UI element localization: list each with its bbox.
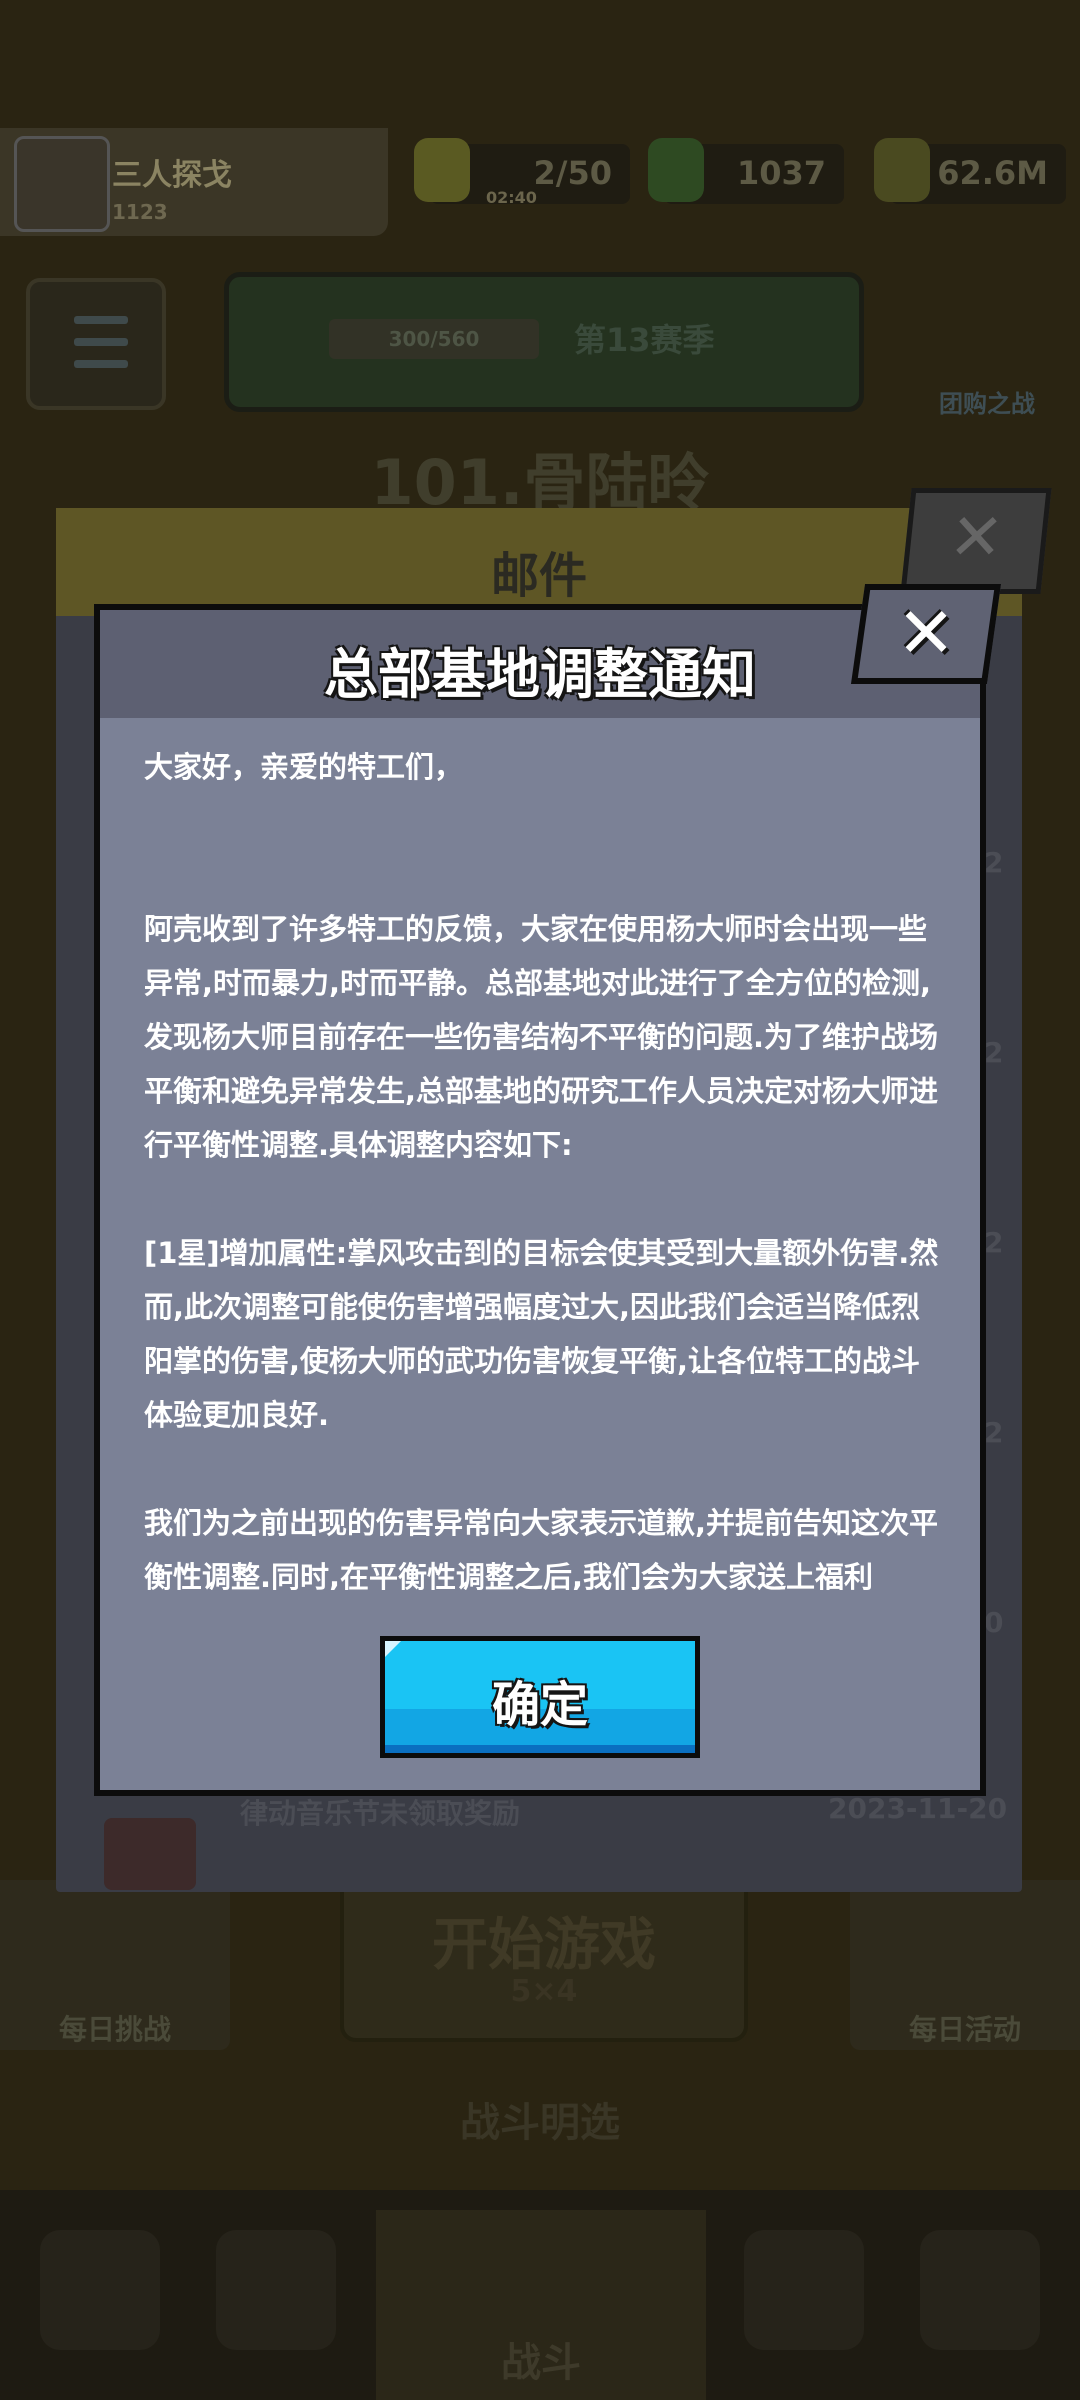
start-game-button[interactable]: 开始游戏 5×4 (340, 1874, 748, 2042)
mail-item-count: 2 (984, 1036, 1004, 1069)
daily-event-button[interactable]: 每日活动 (850, 1880, 1080, 2050)
modal-header: 总部基地调整通知 (100, 610, 980, 718)
modal-title: 总部基地调整通知 (324, 643, 756, 706)
player-id: 1123 (112, 200, 168, 224)
mail-row-label[interactable]: 律动音乐节未领取奖励 (240, 1792, 520, 1832)
bottom-menu: 每日挑战 开始游戏 5×4 每日活动 (0, 1874, 1080, 2060)
battle-mode-label[interactable]: 战斗明选 (0, 2090, 1080, 2148)
player-panel[interactable]: 三人探戈 1123 (0, 128, 388, 236)
menu-icon-line (74, 338, 128, 346)
notice-greeting: 大家好，亲爱的特工们， (144, 750, 464, 784)
tab-team[interactable] (744, 2230, 864, 2350)
mail-close-button[interactable]: ✕ (900, 488, 1052, 594)
start-game-label: 开始游戏 (432, 1913, 656, 1978)
daily-challenge-label: 每日挑战 (58, 2013, 171, 2046)
notice-paragraph: 我们为之前出现的伤害异常向大家表示道歉,并提前告知这次平衡性调整.同时,在平衡性… (144, 1506, 939, 1590)
mail-item-count: 2 (984, 846, 1004, 879)
notice-paragraph: [1星]增加属性:掌风攻击到的目标会使其受到大量额外伤害.然而,此次调整可能使伤… (144, 1236, 939, 1432)
top-status-bar: 三人探戈 1123 2/50 02:40 1037 62.6M (0, 128, 1080, 238)
season-label: 第13赛季 (574, 321, 715, 359)
daily-challenge-button[interactable]: 每日挑战 (0, 1880, 230, 2050)
gem-value: 1037 (736, 154, 826, 192)
menu-icon-line (74, 360, 128, 368)
season-panel[interactable]: 300/560 第13赛季 (224, 272, 864, 412)
confirm-button[interactable]: 确定 (380, 1636, 700, 1758)
tab-events[interactable] (920, 2230, 1040, 2350)
tab-heroes[interactable] (216, 2230, 336, 2350)
coin-counter[interactable]: 62.6M (874, 138, 1066, 204)
coin-value: 62.6M (937, 154, 1048, 192)
energy-icon (414, 138, 470, 202)
close-icon: ✕ (896, 592, 956, 674)
menu-button[interactable] (26, 278, 166, 410)
mail-item-count: 0 (984, 1606, 1004, 1639)
confirm-label: 确定 (491, 1677, 588, 1733)
daily-event-label: 每日活动 (908, 2013, 1021, 2046)
energy-timer: 02:40 (486, 188, 537, 207)
player-name: 三人探戈 (112, 158, 232, 193)
energy-value: 2/50 (533, 154, 612, 192)
season-row: 300/560 第13赛季 团购之战 (0, 272, 1080, 418)
modal-close-button[interactable]: ✕ (850, 584, 1002, 684)
button-stripe (385, 1745, 695, 1753)
gem-icon (648, 138, 704, 202)
menu-icon (74, 316, 128, 324)
button-highlight (385, 1641, 401, 1657)
mail-item-count: 2 (984, 1226, 1004, 1259)
guild-war-button[interactable]: 团购之战 (922, 278, 1052, 418)
mail-row-date: 2023-11-20 (828, 1792, 1008, 1825)
gift-icon (104, 1818, 196, 1890)
coin-icon (874, 138, 930, 202)
notice-modal: 总部基地调整通知 大家好，亲爱的特工们， 阿壳收到了许多特工的反馈，大家在使用杨… (94, 604, 986, 1796)
modal-body[interactable]: 大家好，亲爱的特工们， 阿壳收到了许多特工的反馈，大家在使用杨大师时会出现一些异… (144, 740, 944, 1590)
guild-war-label: 团购之战 (939, 390, 1035, 418)
tab-shop[interactable] (40, 2230, 160, 2350)
notice-paragraph: 阿壳收到了许多特工的反馈，大家在使用杨大师时会出现一些异常,时而暴力,时而平静。… (144, 912, 939, 1162)
bottom-tab-bar: 战斗 (0, 2190, 1080, 2400)
avatar[interactable] (14, 136, 110, 232)
mail-item-count: 2 (984, 1416, 1004, 1449)
energy-counter[interactable]: 2/50 02:40 (414, 138, 630, 207)
tab-battle-label: 战斗 (501, 2340, 581, 2386)
start-game-cost: 5×4 (510, 1974, 578, 2009)
gem-counter[interactable]: 1037 (648, 138, 844, 204)
close-icon: ✕ (945, 501, 1008, 575)
tab-battle[interactable]: 战斗 (376, 2210, 706, 2400)
season-progress: 300/560 (329, 319, 539, 359)
